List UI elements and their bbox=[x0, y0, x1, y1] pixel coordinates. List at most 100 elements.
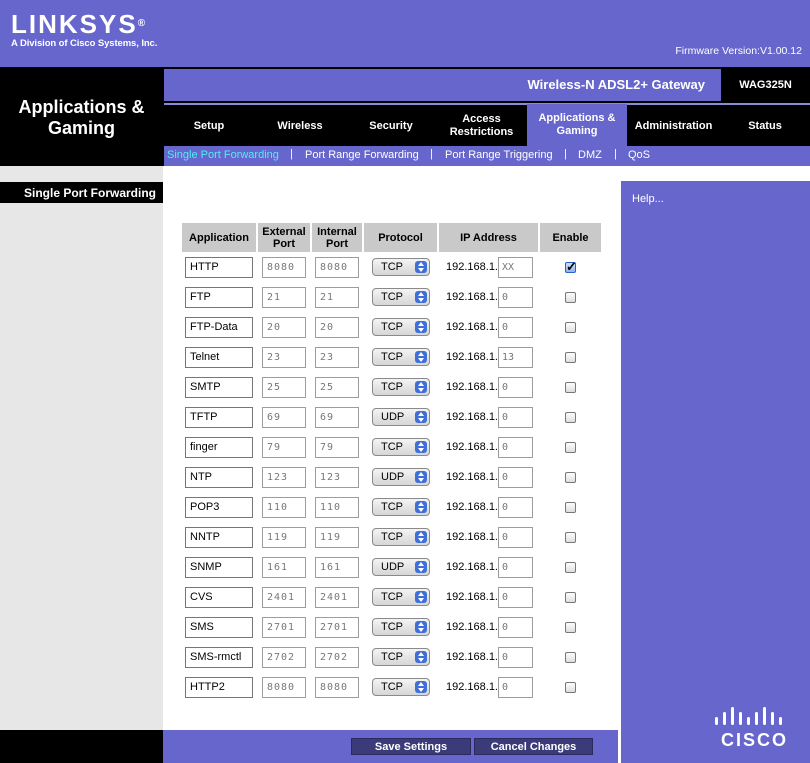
ip-last-octet-input[interactable]: 0 bbox=[498, 407, 533, 428]
tab-wireless[interactable]: Wireless bbox=[254, 106, 346, 146]
internal-port-input[interactable]: 123 bbox=[315, 467, 359, 488]
protocol-select[interactable]: TCP bbox=[372, 258, 430, 276]
ip-last-octet-input[interactable]: 0 bbox=[498, 287, 533, 308]
external-port-input[interactable]: 119 bbox=[262, 527, 306, 548]
ip-last-octet-input[interactable]: 0 bbox=[498, 437, 533, 458]
subtab-dmz[interactable]: DMZ bbox=[578, 149, 602, 161]
protocol-select[interactable]: TCP bbox=[372, 378, 430, 396]
application-name-input[interactable]: NNTP bbox=[185, 527, 253, 548]
enable-checkbox[interactable] bbox=[565, 652, 576, 663]
internal-port-input[interactable]: 69 bbox=[315, 407, 359, 428]
tab-access-restrictions[interactable]: Access Restrictions bbox=[436, 106, 527, 146]
cancel-changes-button[interactable]: Cancel Changes bbox=[474, 738, 593, 755]
internal-port-input[interactable]: 25 bbox=[315, 377, 359, 398]
enable-checkbox[interactable] bbox=[565, 682, 576, 693]
internal-port-input[interactable]: 2401 bbox=[315, 587, 359, 608]
external-port-input[interactable]: 21 bbox=[262, 287, 306, 308]
external-port-input[interactable]: 2701 bbox=[262, 617, 306, 638]
protocol-select[interactable]: UDP bbox=[372, 558, 430, 576]
ip-last-octet-input[interactable]: 0 bbox=[498, 527, 533, 548]
enable-checkbox[interactable] bbox=[565, 622, 576, 633]
tab-security[interactable]: Security bbox=[346, 106, 436, 146]
subtab-port-range-triggering[interactable]: Port Range Triggering bbox=[445, 149, 553, 161]
internal-port-input[interactable]: 21 bbox=[315, 287, 359, 308]
protocol-select[interactable]: TCP bbox=[372, 438, 430, 456]
internal-port-input[interactable]: 20 bbox=[315, 317, 359, 338]
protocol-select[interactable]: UDP bbox=[372, 468, 430, 486]
application-name-input[interactable]: Telnet bbox=[185, 347, 253, 368]
ip-last-octet-input[interactable]: 0 bbox=[498, 647, 533, 668]
application-name-input[interactable]: HTTP bbox=[185, 257, 253, 278]
protocol-select[interactable]: TCP bbox=[372, 618, 430, 636]
ip-last-octet-input[interactable]: 13 bbox=[498, 347, 533, 368]
external-port-input[interactable]: 2401 bbox=[262, 587, 306, 608]
internal-port-input[interactable]: 2701 bbox=[315, 617, 359, 638]
enable-checkbox[interactable] bbox=[565, 592, 576, 603]
external-port-input[interactable]: 79 bbox=[262, 437, 306, 458]
application-name-input[interactable]: HTTP2 bbox=[185, 677, 253, 698]
enable-checkbox[interactable] bbox=[565, 442, 576, 453]
external-port-input[interactable]: 20 bbox=[262, 317, 306, 338]
ip-last-octet-input[interactable]: 0 bbox=[498, 557, 533, 578]
enable-checkbox[interactable] bbox=[565, 322, 576, 333]
protocol-select[interactable]: TCP bbox=[372, 528, 430, 546]
internal-port-input[interactable]: 8080 bbox=[315, 257, 359, 278]
ip-last-octet-input[interactable]: XX bbox=[498, 257, 533, 278]
save-settings-button[interactable]: Save Settings bbox=[351, 738, 471, 755]
ip-last-octet-input[interactable]: 0 bbox=[498, 467, 533, 488]
protocol-select[interactable]: TCP bbox=[372, 498, 430, 516]
application-name-input[interactable]: SMTP bbox=[185, 377, 253, 398]
ip-last-octet-input[interactable]: 0 bbox=[498, 617, 533, 638]
application-name-input[interactable]: TFTP bbox=[185, 407, 253, 428]
external-port-input[interactable]: 25 bbox=[262, 377, 306, 398]
ip-last-octet-input[interactable]: 0 bbox=[498, 377, 533, 398]
application-name-input[interactable]: FTP bbox=[185, 287, 253, 308]
protocol-select[interactable]: TCP bbox=[372, 648, 430, 666]
protocol-select[interactable]: TCP bbox=[372, 678, 430, 696]
protocol-select[interactable]: TCP bbox=[372, 348, 430, 366]
external-port-input[interactable]: 110 bbox=[262, 497, 306, 518]
protocol-select[interactable]: TCP bbox=[372, 318, 430, 336]
external-port-input[interactable]: 8080 bbox=[262, 677, 306, 698]
enable-checkbox[interactable] bbox=[565, 562, 576, 573]
enable-checkbox[interactable] bbox=[565, 352, 576, 363]
application-name-input[interactable]: CVS bbox=[185, 587, 253, 608]
protocol-select[interactable]: TCP bbox=[372, 288, 430, 306]
external-port-input[interactable]: 69 bbox=[262, 407, 306, 428]
application-name-input[interactable]: SMS-rmctl bbox=[185, 647, 253, 668]
internal-port-input[interactable]: 110 bbox=[315, 497, 359, 518]
ip-last-octet-input[interactable]: 0 bbox=[498, 587, 533, 608]
internal-port-input[interactable]: 23 bbox=[315, 347, 359, 368]
protocol-select[interactable]: UDP bbox=[372, 408, 430, 426]
tab-status[interactable]: Status bbox=[720, 106, 810, 146]
application-name-input[interactable]: SNMP bbox=[185, 557, 253, 578]
tab-setup[interactable]: Setup bbox=[164, 106, 254, 146]
subtab-port-range-forwarding[interactable]: Port Range Forwarding bbox=[305, 149, 419, 161]
external-port-input[interactable]: 161 bbox=[262, 557, 306, 578]
enable-checkbox[interactable] bbox=[565, 292, 576, 303]
application-name-input[interactable]: NTP bbox=[185, 467, 253, 488]
enable-checkbox[interactable] bbox=[565, 532, 576, 543]
application-name-input[interactable]: finger bbox=[185, 437, 253, 458]
internal-port-input[interactable]: 79 bbox=[315, 437, 359, 458]
enable-checkbox[interactable] bbox=[565, 382, 576, 393]
internal-port-input[interactable]: 161 bbox=[315, 557, 359, 578]
enable-checkbox[interactable] bbox=[565, 472, 576, 483]
external-port-input[interactable]: 23 bbox=[262, 347, 306, 368]
enable-checkbox[interactable] bbox=[565, 259, 577, 275]
ip-last-octet-input[interactable]: 0 bbox=[498, 677, 533, 698]
subtab-qos[interactable]: QoS bbox=[628, 149, 650, 161]
enable-checkbox[interactable] bbox=[565, 412, 576, 423]
help-link[interactable]: Help... bbox=[632, 193, 664, 205]
subtab-single-port-forwarding[interactable]: Single Port Forwarding bbox=[167, 149, 279, 161]
ip-last-octet-input[interactable]: 0 bbox=[498, 317, 533, 338]
application-name-input[interactable]: POP3 bbox=[185, 497, 253, 518]
ip-last-octet-input[interactable]: 0 bbox=[498, 497, 533, 518]
external-port-input[interactable]: 2702 bbox=[262, 647, 306, 668]
tab-applications-gaming[interactable]: Applications & Gaming bbox=[527, 104, 627, 146]
internal-port-input[interactable]: 2702 bbox=[315, 647, 359, 668]
external-port-input[interactable]: 8080 bbox=[262, 257, 306, 278]
internal-port-input[interactable]: 119 bbox=[315, 527, 359, 548]
protocol-select[interactable]: TCP bbox=[372, 588, 430, 606]
internal-port-input[interactable]: 8080 bbox=[315, 677, 359, 698]
